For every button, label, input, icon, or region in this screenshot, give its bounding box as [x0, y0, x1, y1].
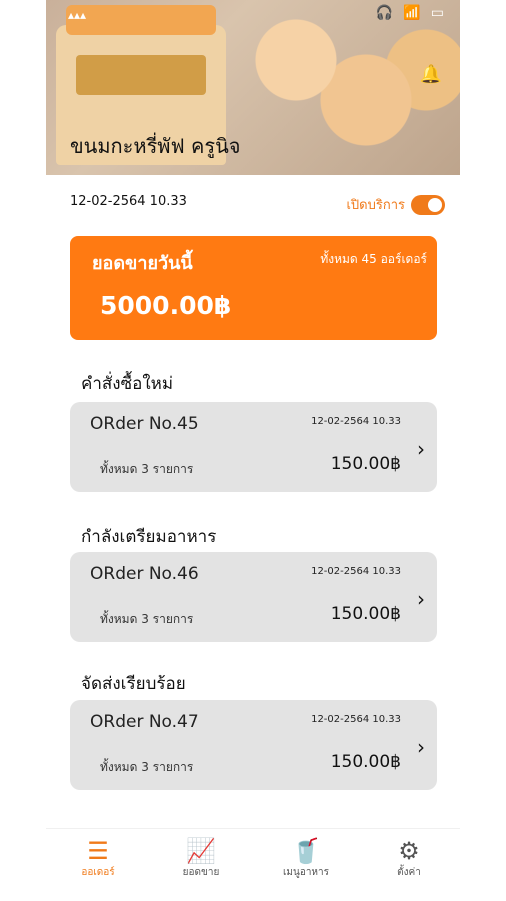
order-datetime: 12-02-2564 10.33	[311, 566, 401, 577]
menu-food-icon: 🥤	[291, 837, 321, 865]
total-orders: ทั้งหมด 45 ออร์เดอร์	[320, 252, 427, 266]
nav-sales[interactable]: 📈 ยอดขาย	[161, 837, 241, 880]
service-toggle[interactable]	[411, 194, 445, 215]
order-price: 150.00฿	[330, 454, 401, 474]
order-title: ORder No.47	[90, 712, 199, 732]
status-icons: 🎧 📶 ▭	[376, 5, 444, 21]
order-title: ORder No.46	[90, 564, 199, 584]
status-row: 12-02-2564 10.33 เปิดบริการ	[70, 194, 445, 215]
section-title-new: คำสั่งซื้อใหม่	[81, 374, 174, 394]
order-title: ORder No.45	[90, 414, 199, 434]
nav-menu[interactable]: 🥤 เมนูอาหาร	[266, 837, 346, 880]
sales-summary-card: ยอดขายวันนี้ ทั้งหมด 45 ออร์เดอร์ 5000.0…	[70, 236, 437, 340]
order-items-count: ทั้งหมด 3 รายการ	[100, 612, 194, 626]
section-title-preparing: กำลังเตรียมอาหาร	[81, 527, 217, 547]
sales-label: ยอดขายวันนี้	[92, 253, 193, 274]
order-price: 150.00฿	[330, 604, 401, 624]
nav-settings-label: ตั้งค่า	[397, 867, 421, 878]
headphones-icon: 🎧	[375, 5, 394, 21]
order-items-count: ทั้งหมด 3 รายการ	[100, 760, 194, 774]
order-datetime: 12-02-2564 10.33	[311, 714, 401, 725]
nav-orders-label: ออเดอร์	[81, 867, 115, 878]
chevron-right-icon[interactable]: ›	[417, 437, 425, 461]
box-lid	[66, 5, 216, 35]
chevron-right-icon[interactable]: ›	[417, 587, 425, 611]
gear-icon: ⚙	[398, 837, 420, 865]
nav-menu-label: เมนูอาหาร	[282, 867, 330, 878]
chevron-right-icon[interactable]: ›	[417, 735, 425, 759]
service-toggle-group[interactable]: เปิดบริการ	[346, 194, 445, 215]
app-screen: ▴▴▴ 🎧 📶 ▭ 🔔 ขนมกะหรี่พัฟ ครูนิจ 12-02-25…	[46, 0, 460, 901]
wifi-icon: 📶	[403, 5, 421, 21]
order-datetime: 12-02-2564 10.33	[311, 416, 401, 427]
sales-amount: 5000.00฿	[100, 291, 232, 320]
order-card[interactable]: ORder No.45 12-02-2564 10.33 ทั้งหมด 3 ร…	[70, 402, 437, 492]
nav-settings[interactable]: ⚙ ตั้งค่า	[369, 837, 449, 880]
nav-orders[interactable]: ☰ ออเดอร์	[58, 837, 138, 880]
store-name: ขนมกะหรี่พัฟ ครูนิจ	[70, 134, 241, 158]
section-title-delivered: จัดส่งเรียบร้อย	[81, 674, 186, 694]
chart-icon: 📈	[186, 837, 216, 865]
order-price: 150.00฿	[330, 752, 401, 772]
bottom-navigation: ☰ ออเดอร์ 📈 ยอดขาย 🥤 เมนูอาหาร ⚙ ตั้งค่า	[46, 828, 460, 901]
order-card[interactable]: ORder No.47 12-02-2564 10.33 ทั้งหมด 3 ร…	[70, 700, 437, 790]
box-label	[76, 55, 206, 95]
list-icon: ☰	[87, 837, 109, 865]
order-items-count: ทั้งหมด 3 รายการ	[100, 462, 194, 476]
nav-sales-label: ยอดขาย	[182, 867, 220, 878]
store-banner: ▴▴▴ 🎧 📶 ▭ 🔔 ขนมกะหรี่พัฟ ครูนิจ	[46, 0, 460, 175]
signal-icon: ▴▴▴	[68, 8, 87, 22]
order-card[interactable]: ORder No.46 12-02-2564 10.33 ทั้งหมด 3 ร…	[70, 552, 437, 642]
notification-bell-icon[interactable]: 🔔	[420, 64, 442, 85]
service-label: เปิดบริการ	[346, 198, 405, 213]
battery-icon: ▭	[430, 5, 444, 21]
